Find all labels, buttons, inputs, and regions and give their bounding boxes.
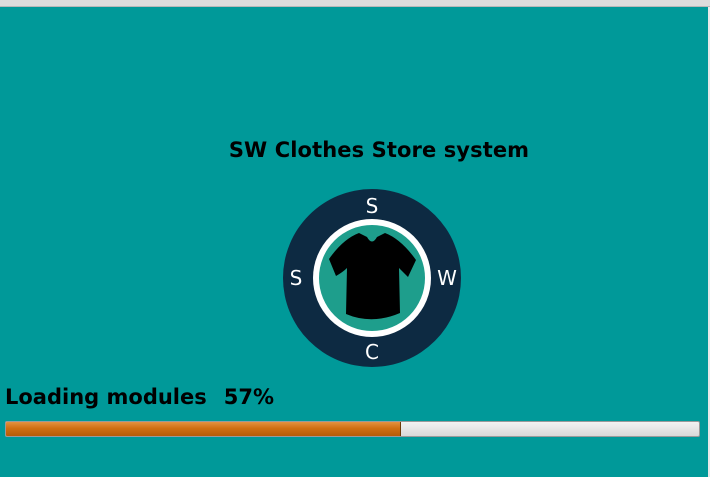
logo-letter-left: S xyxy=(290,266,303,290)
window-top-border xyxy=(0,0,710,7)
loading-label: Loading modules xyxy=(5,385,207,409)
loading-progress-fill xyxy=(6,422,401,436)
store-logo: S S W C xyxy=(283,189,461,367)
loading-percent: 57% xyxy=(223,385,275,409)
logo-letter-bottom: C xyxy=(365,340,379,364)
logo-letter-top: S xyxy=(366,194,379,218)
loading-progress-bar xyxy=(5,421,700,437)
logo-letter-right: W xyxy=(437,266,457,290)
loading-status: Loading modules 57% xyxy=(5,385,274,409)
app-title: SW Clothes Store system xyxy=(228,138,530,162)
